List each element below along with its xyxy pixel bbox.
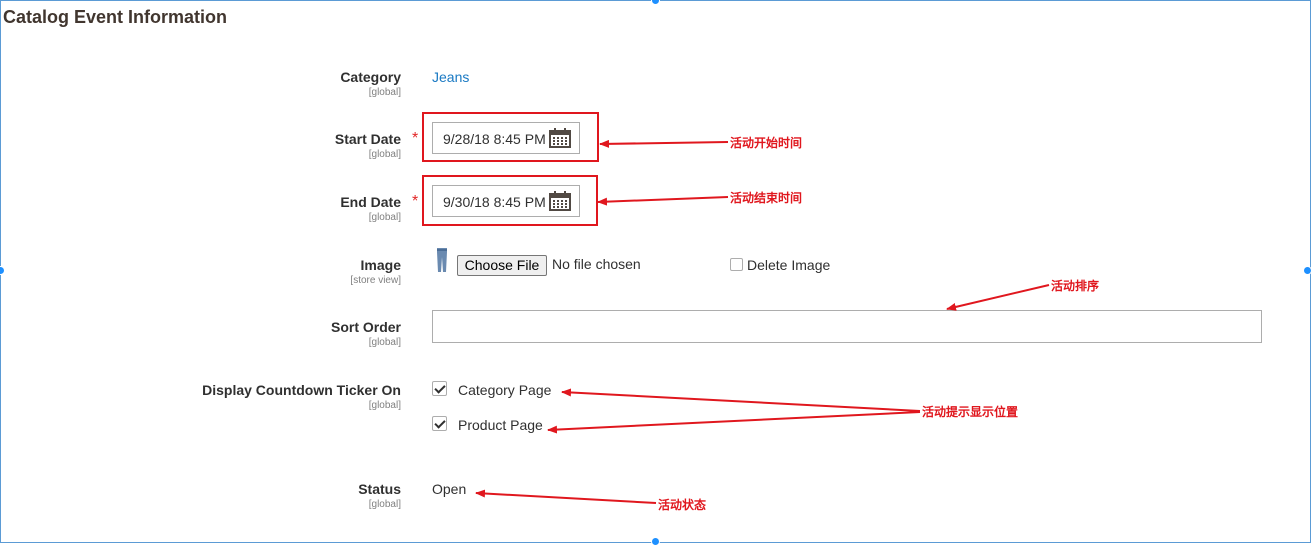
- arrow-start-date: [599, 139, 729, 148]
- annotation-end-time: 活动结束时间: [730, 191, 803, 205]
- arrow-sort-order: [946, 284, 1050, 311]
- annotation-arrows: [475, 139, 1050, 504]
- annotation-display-position: 活动提示显示位置: [922, 405, 1019, 419]
- arrow-status: [475, 489, 657, 504]
- arrow-end-date: [597, 196, 729, 206]
- annotation-sort: 活动排序: [1051, 279, 1100, 293]
- annotation-start-time: 活动开始时间: [730, 136, 803, 150]
- arrow-category-page: [561, 388, 921, 412]
- arrow-product-page: [547, 411, 921, 434]
- annotation-status: 活动状态: [658, 498, 707, 512]
